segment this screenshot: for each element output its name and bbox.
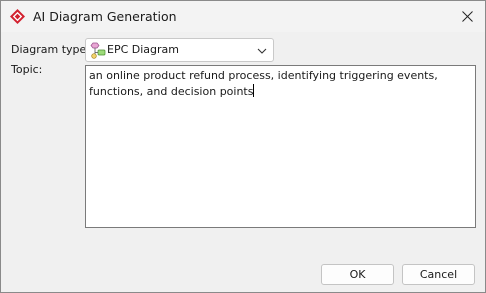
close-icon xyxy=(461,10,473,22)
topic-label: Topic: xyxy=(11,63,43,76)
window-title: AI Diagram Generation xyxy=(33,9,177,24)
epc-diagram-icon xyxy=(90,42,106,59)
diagram-type-dropdown[interactable]: EPC Diagram xyxy=(85,38,274,62)
close-button[interactable] xyxy=(454,4,480,28)
ai-diagram-generation-dialog: AI Diagram Generation Diagram type: EPC … xyxy=(0,0,486,293)
topic-text: an online product refund process, identi… xyxy=(89,69,442,98)
text-caret xyxy=(253,84,255,97)
cancel-button[interactable]: Cancel xyxy=(402,264,475,285)
topic-textarea[interactable]: an online product refund process, identi… xyxy=(85,65,476,228)
chevron-down-icon xyxy=(257,48,267,54)
title-bar: AI Diagram Generation xyxy=(1,1,485,32)
ok-button[interactable]: OK xyxy=(321,264,394,285)
diagram-type-value: EPC Diagram xyxy=(107,43,179,56)
visual-paradigm-icon xyxy=(10,9,25,24)
diagram-type-label: Diagram type: xyxy=(11,43,91,56)
